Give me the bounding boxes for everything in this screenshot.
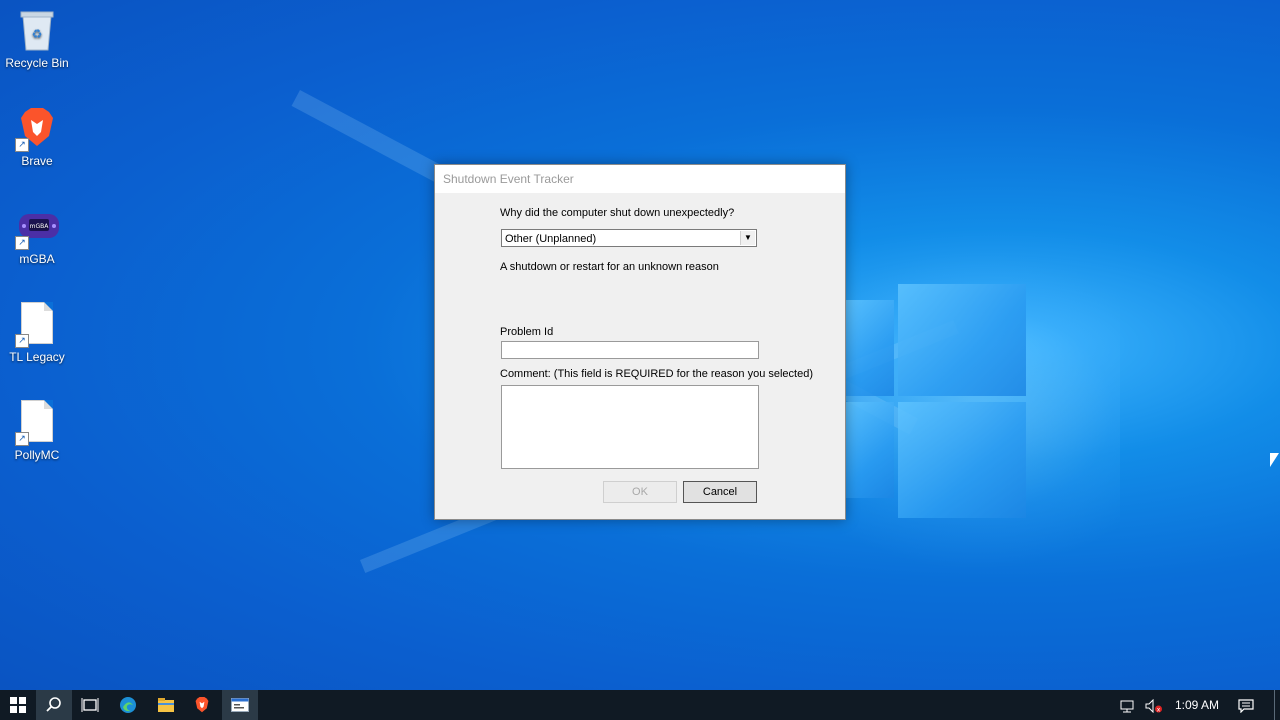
network-icon[interactable] xyxy=(1120,690,1140,720)
problem-id-label: Problem Id xyxy=(500,326,554,338)
problem-id-input[interactable] xyxy=(501,341,759,359)
desktop-icon-label: PollyMC xyxy=(14,448,60,462)
windows-start-icon[interactable] xyxy=(0,690,36,720)
task-view-icon[interactable] xyxy=(72,690,108,720)
desktop-icon-recycle-bin[interactable]: ♻ Recycle Bin xyxy=(0,8,74,70)
mgba-icon: mGBA ↗ xyxy=(15,204,59,250)
windows-logo-pane xyxy=(846,300,894,396)
reason-description: A shutdown or restart for an unknown rea… xyxy=(500,261,719,273)
edge-icon[interactable] xyxy=(110,690,146,720)
clock[interactable]: 1:09 AM xyxy=(1175,690,1225,720)
desktop-icon-label: Recycle Bin xyxy=(5,56,69,70)
comment-label: Comment: (This field is REQUIRED for the… xyxy=(500,368,814,380)
shutdown-reason-dropdown[interactable]: Other (Unplanned) ▼ xyxy=(501,229,757,247)
desktop-icon-label: mGBA xyxy=(19,252,55,266)
desktop-icon-brave[interactable]: ↗ Brave xyxy=(0,106,74,168)
desktop-icon-label: TL Legacy xyxy=(9,350,65,364)
file-explorer-icon[interactable] xyxy=(148,690,184,720)
show-desktop-button[interactable] xyxy=(1274,690,1275,720)
search-icon[interactable] xyxy=(36,690,72,720)
svg-text:x: x xyxy=(1157,706,1161,713)
shutdown-reason-value: Other (Unplanned) xyxy=(505,233,597,245)
recycle-bin-icon: ♻ xyxy=(17,8,57,52)
shortcut-arrow-icon: ↗ xyxy=(15,138,29,152)
dialog-title[interactable]: Shutdown Event Tracker xyxy=(435,165,845,193)
shortcut-arrow-icon: ↗ xyxy=(15,432,29,446)
shutdown-question-label: Why did the computer shut down unexpecte… xyxy=(500,207,735,219)
volume-muted-icon[interactable]: x xyxy=(1145,690,1165,720)
comment-textarea[interactable] xyxy=(501,385,759,469)
chevron-down-icon[interactable]: ▼ xyxy=(740,231,755,245)
svg-text:♻: ♻ xyxy=(32,27,43,41)
windows-logo-pane xyxy=(898,402,1026,518)
svg-text:mGBA: mGBA xyxy=(30,223,50,230)
ok-button[interactable]: OK xyxy=(603,481,677,503)
desktop-icon-mgba[interactable]: mGBA ↗ mGBA xyxy=(0,204,74,266)
brave-icon[interactable] xyxy=(184,690,220,720)
file-icon: ↗ xyxy=(15,400,57,446)
shortcut-arrow-icon: ↗ xyxy=(15,236,29,250)
cancel-button[interactable]: Cancel xyxy=(683,481,757,503)
taskbar: x 1:09 AM xyxy=(0,690,1280,720)
shortcut-arrow-icon: ↗ xyxy=(15,334,29,348)
desktop-icon-tl-legacy[interactable]: ↗ TL Legacy xyxy=(0,302,74,364)
brave-icon: ↗ xyxy=(15,106,57,152)
desktop-icon-label: Brave xyxy=(21,154,53,168)
shutdown-tracker-icon[interactable] xyxy=(222,690,258,720)
windows-logo-pane xyxy=(898,284,1026,396)
file-icon: ↗ xyxy=(15,302,57,348)
notifications-icon[interactable] xyxy=(1238,690,1258,720)
mouse-cursor xyxy=(1270,453,1279,467)
windows-logo-pane xyxy=(846,402,894,498)
shutdown-event-tracker-dialog: Shutdown Event Tracker Why did the compu… xyxy=(434,164,846,520)
desktop-icon-pollymc[interactable]: ↗ PollyMC xyxy=(0,400,74,462)
